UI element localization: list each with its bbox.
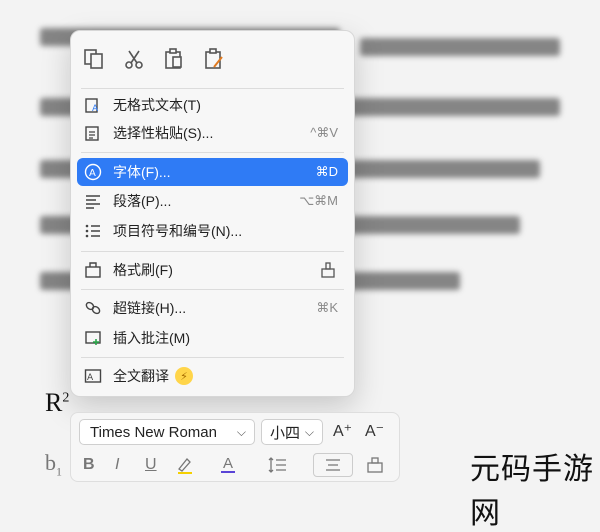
format-painter-button[interactable] — [365, 453, 385, 477]
font-color-button[interactable]: A — [221, 453, 235, 477]
paste-format-icon[interactable] — [199, 43, 229, 75]
menu-item-insert-comment[interactable]: 插入批注(M) — [77, 324, 348, 352]
comment-icon — [83, 328, 103, 348]
svg-text:A: A — [92, 104, 99, 114]
blurred-text-line — [360, 38, 560, 56]
menu-divider — [81, 88, 344, 89]
chevron-down-icon: ⌵ — [236, 425, 246, 439]
paste-special-icon — [83, 123, 103, 143]
watermark: 元码手游网 — [470, 452, 594, 531]
line-spacing-button[interactable] — [267, 453, 289, 477]
paragraph-icon — [83, 191, 103, 211]
menu-item-bullets-numbering[interactable]: 项目符号和编号(N)... — [77, 217, 348, 245]
menu-divider — [81, 152, 344, 153]
bold-button[interactable]: B — [83, 453, 95, 477]
menu-divider — [81, 289, 344, 290]
font-family-select[interactable]: Times New Roman ⌵ — [79, 419, 255, 445]
svg-text:A: A — [87, 373, 94, 383]
chevron-down-icon: ⌵ — [304, 425, 314, 439]
copy-icon[interactable] — [79, 43, 109, 75]
context-menu: A 无格式文本(T) 选择性粘贴(S)... ^⌘V A 字体(F)... ⌘D… — [70, 30, 355, 397]
superscript-r: R2 — [45, 388, 70, 417]
pin-icon[interactable] — [318, 260, 338, 280]
increase-font-button[interactable]: A⁺ — [333, 419, 352, 443]
italic-button[interactable]: I — [115, 453, 119, 477]
subscript-b: b1 — [45, 450, 62, 479]
premium-badge-icon: ⚡ — [175, 367, 193, 385]
format-toolbar: Times New Roman ⌵ 小四 ⌵ A⁺ A⁻ B I U A — [70, 412, 400, 482]
menu-divider — [81, 357, 344, 358]
menu-item-font[interactable]: A 字体(F)... ⌘D — [77, 158, 348, 186]
link-icon — [83, 298, 103, 318]
align-button[interactable] — [313, 453, 353, 477]
menu-item-format-painter[interactable]: 格式刷(F) — [77, 256, 348, 284]
svg-text:A: A — [89, 168, 96, 179]
underline-button[interactable]: U — [145, 453, 157, 477]
font-icon: A — [83, 162, 103, 182]
menu-item-paragraph[interactable]: 段落(P)... ⌥⌘M — [77, 187, 348, 215]
menu-divider — [81, 251, 344, 252]
menu-toolbar — [79, 43, 229, 79]
cut-icon[interactable] — [119, 43, 149, 75]
plain-text-icon: A — [83, 95, 103, 115]
menu-item-plain-text[interactable]: A 无格式文本(T) — [77, 91, 348, 119]
paste-icon[interactable] — [159, 43, 189, 75]
font-size-select[interactable]: 小四 ⌵ — [261, 419, 323, 445]
menu-item-paste-special[interactable]: 选择性粘贴(S)... ^⌘V — [77, 119, 348, 147]
menu-item-hyperlink[interactable]: 超链接(H)... ⌘K — [77, 294, 348, 322]
menu-item-translate[interactable]: A 全文翻译 ⚡ — [77, 362, 348, 390]
format-painter-icon — [83, 260, 103, 280]
translate-icon: A — [83, 366, 103, 386]
decrease-font-button[interactable]: A⁻ — [365, 419, 384, 443]
highlight-button[interactable] — [175, 453, 197, 477]
list-icon — [83, 221, 103, 241]
